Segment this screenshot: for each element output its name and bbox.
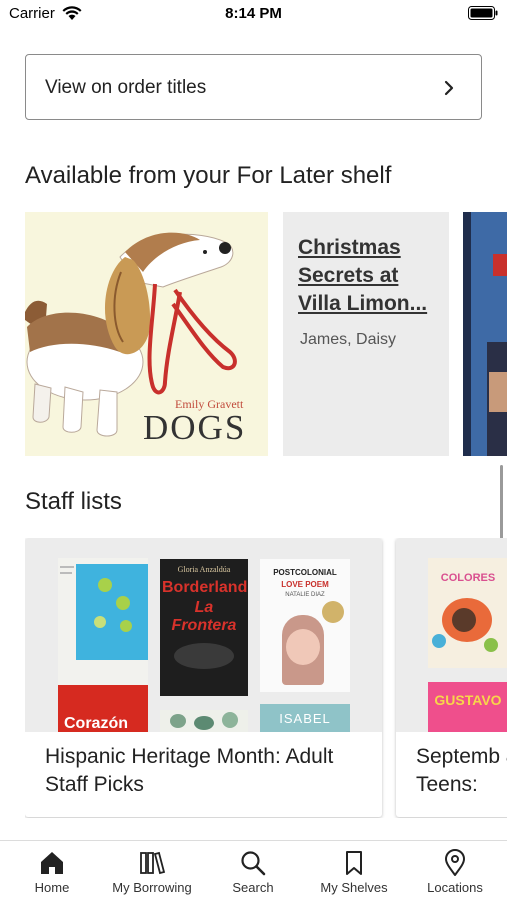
book-cover-colores: COLORES [428,558,507,668]
for-later-carousel[interactable]: Emily Gravett DOGS Christmas Secrets at … [25,212,507,456]
clock: 8:14 PM [225,5,282,22]
books-icon [140,851,166,875]
staff-list-title: Hispanic Heritage Month: Adult Staff Pic… [45,745,334,796]
tab-locations-label: Locations [427,880,483,895]
view-on-order-label: View on order titles [45,77,207,98]
bookmark-icon [346,851,362,875]
staff-lists-carousel[interactable]: Gloria Anzaldúa Borderlands La Frontera … [25,538,507,818]
book-collage: COLORES GUSTAVO [396,538,507,732]
book-cover-dogs[interactable]: Emily Gravett DOGS [25,212,268,456]
for-later-heading: Available from your For Later shelf [25,162,392,189]
dogs-cover-title: DOGS [143,408,247,447]
tab-my-shelves-label: My Shelves [320,880,388,895]
staff-list-card[interactable]: COLORES GUSTAVO Septemb & Teens: [396,538,507,817]
book-cover-gustavo: GUSTAVO [428,682,507,732]
view-on-order-button[interactable]: View on order titles [25,54,482,120]
book-cover-floral [160,710,248,732]
tab-home-label: Home [34,880,70,895]
battery-icon [468,6,498,20]
search-icon [241,851,266,876]
tab-my-borrowing[interactable]: My Borrowing [102,841,202,900]
tab-my-borrowing-label: My Borrowing [112,880,192,895]
tab-search[interactable]: Search [203,841,303,900]
tab-locations[interactable]: Locations [405,841,505,900]
chevron-right-icon [444,80,454,96]
location-pin-icon [445,849,465,876]
book-cover-limes [58,558,148,692]
book-card-christmas-secrets[interactable]: Christmas Secrets at Villa Limon... Jame… [283,212,449,456]
book-cover-isabel: ISABEL [260,704,350,732]
staff-list-title: Septemb & Teens: [416,745,507,796]
book-collage: Gloria Anzaldúa Borderlands La Frontera … [25,538,382,732]
home-icon [41,852,63,874]
book-cover-corazon: Corazón [58,685,148,732]
book-cover-borderlands: Gloria Anzaldúa Borderlands La Frontera [160,559,248,696]
tab-bar: Home My Borrowing Search My Shelves Loca… [0,840,507,900]
book-cover-postcolonial-love-poem: POSTCOLONIAL LOVE POEM NATALIE DIAZ [260,559,350,692]
book-title-link[interactable]: Christmas Secrets at Villa Limon... [298,234,443,318]
book-cover-partial[interactable] [463,212,507,456]
tab-my-shelves[interactable]: My Shelves [304,841,404,900]
book-author: James, Daisy [300,331,397,348]
staff-list-card[interactable]: Gloria Anzaldúa Borderlands La Frontera … [25,538,382,817]
status-bar: Carrier 8:14 PM [0,0,507,28]
tab-search-label: Search [232,880,274,895]
staff-lists-heading: Staff lists [25,488,122,515]
tab-home[interactable]: Home [2,841,102,900]
